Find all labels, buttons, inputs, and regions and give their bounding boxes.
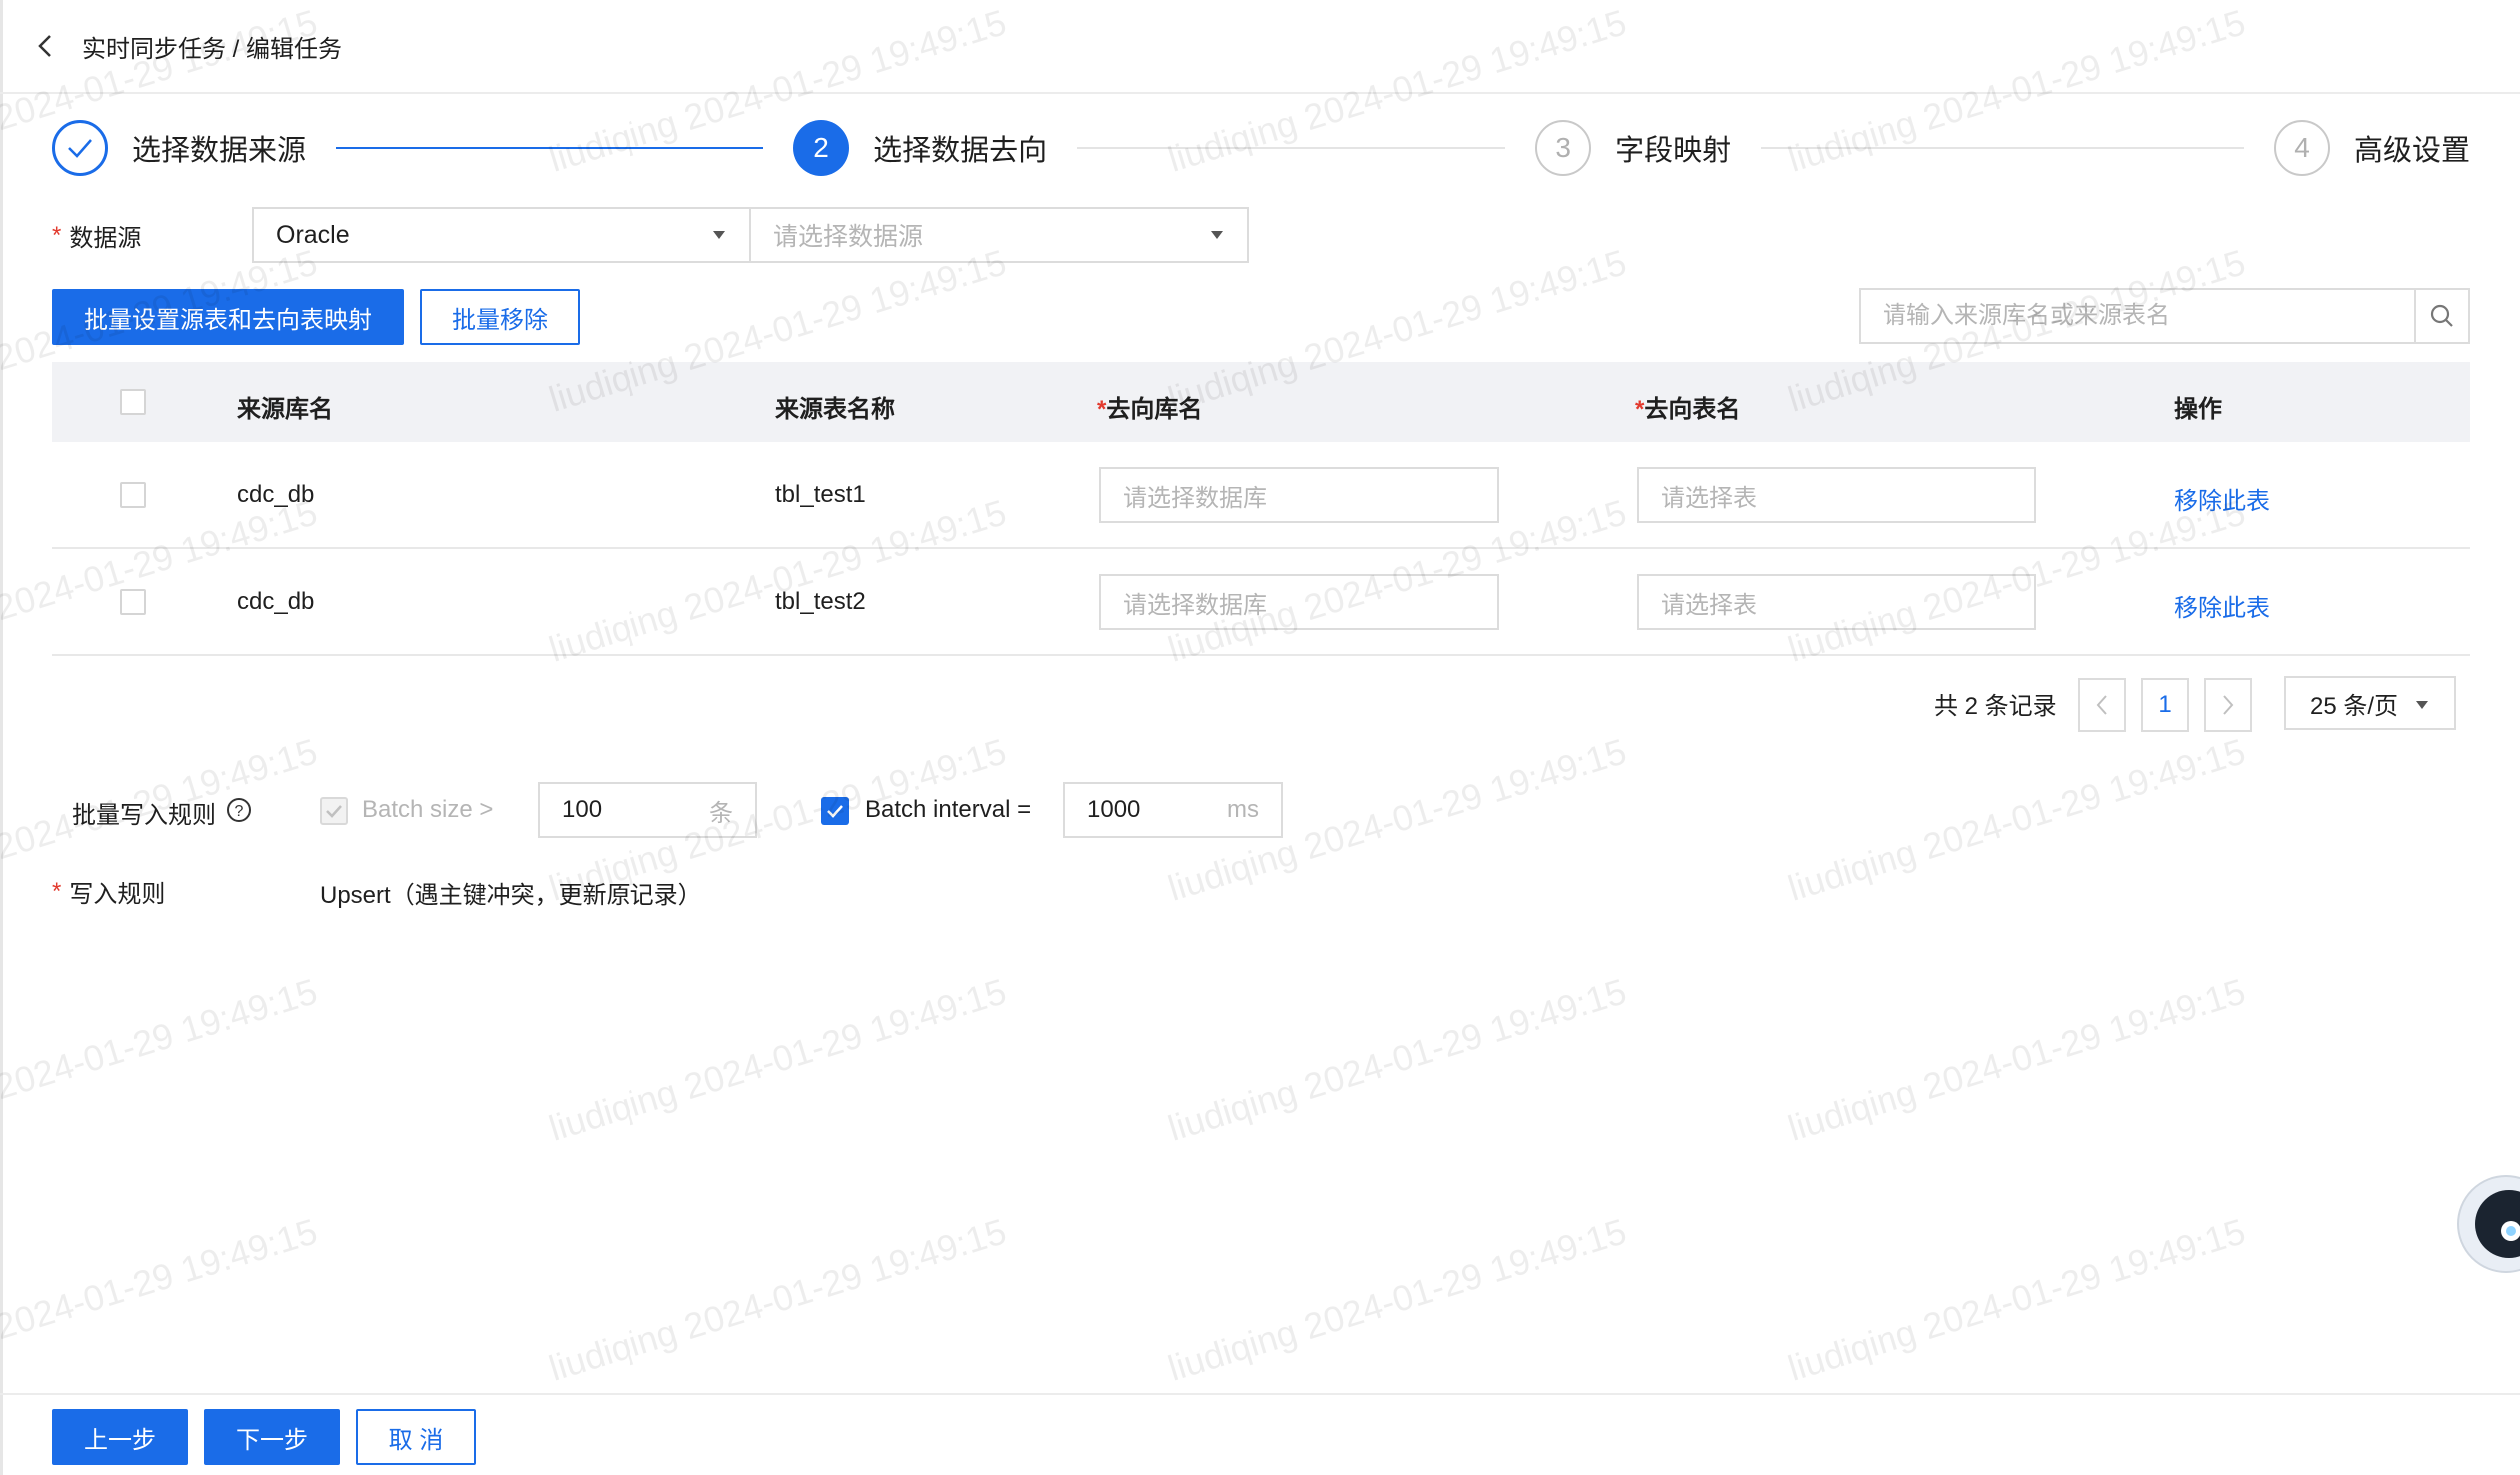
batch-size-value: 100 [562, 796, 603, 823]
search-icon[interactable] [2414, 290, 2468, 342]
step-connector [1761, 147, 2244, 149]
row-checkbox[interactable] [120, 589, 146, 615]
source-db-cell: cdc_db [237, 588, 315, 615]
check-icon [326, 805, 342, 818]
step-connector [336, 147, 764, 149]
batch-interval-input[interactable]: 1000 ms [1063, 782, 1283, 838]
pagination-total: 共 2 条记录 [1934, 693, 2057, 720]
row-checkbox[interactable] [120, 482, 146, 508]
step-3: 3 字段映射 [1535, 120, 1731, 176]
table-row: cdc_db tbl_test2 请选择数据库 请选择表 移除此表 [52, 549, 2470, 656]
col-source-table: 来源表名称 [775, 396, 895, 423]
watermark: liudiqing 2024-01-29 19:49:15 [544, 1210, 1011, 1389]
watermark: liudiqing 2024-01-29 19:49:15 [1163, 970, 1631, 1149]
batch-interval-label: Batch interval = [865, 796, 1032, 823]
breadcrumb: 实时同步任务 / 编辑任务 [82, 35, 343, 63]
datasource-select[interactable]: 请选择数据源 [749, 207, 1249, 263]
step-1: 选择数据来源 [52, 120, 306, 176]
write-rule-value: Upsert（遇主键冲突，更新原记录） [320, 882, 702, 909]
watermark: liudiqing 2024-01-29 19:49:15 [1783, 970, 2250, 1149]
watermark: liudiqing 2024-01-29 19:49:15 [544, 970, 1011, 1149]
step-number: 3 [1535, 120, 1592, 176]
table-search [1859, 288, 2470, 344]
page-1-button[interactable]: 1 [2141, 678, 2189, 732]
step-number: 4 [2273, 120, 2330, 176]
batch-interval-value: 1000 [1087, 796, 1141, 823]
batch-remove-button[interactable]: 批量移除 [420, 289, 580, 345]
batch-rule-label-row: 批量写入规则 ? [72, 795, 252, 830]
target-table-input[interactable]: 请选择表 [1637, 574, 2036, 630]
step-2: 2 选择数据去向 [793, 120, 1047, 176]
datasource-type-value: Oracle [276, 220, 350, 249]
col-target-db: *去向库名 [1097, 396, 1203, 423]
batch-size-checkbox[interactable] [320, 797, 348, 825]
watermark: liudiqing 2024-01-29 19:49:15 [0, 1210, 322, 1388]
step-label: 字段映射 [1615, 135, 1732, 167]
prev-page-button[interactable] [2078, 678, 2126, 732]
step-label: 选择数据去向 [873, 135, 1048, 167]
batch-interval-unit: ms [1227, 796, 1259, 823]
watermark: liudiqing 2024-01-29 19:49:15 [1783, 1210, 2250, 1389]
step-connector [1077, 147, 1506, 149]
step-number: 2 [793, 120, 850, 176]
target-table-input[interactable]: 请选择表 [1637, 467, 2036, 523]
assistant-robot-icon[interactable] [2454, 1169, 2520, 1279]
page-size-select[interactable]: 25 条/页 [2284, 676, 2456, 730]
target-db-input[interactable]: 请选择数据库 [1099, 467, 1499, 523]
step-progress: 选择数据来源 2 选择数据去向 3 字段映射 4 高级设置 [52, 118, 2470, 178]
col-target-table: *去向表名 [1635, 396, 1741, 423]
step-label: 高级设置 [2353, 135, 2470, 167]
caret-down-icon [2416, 701, 2428, 709]
help-icon[interactable]: ? [226, 797, 252, 828]
remove-table-link[interactable]: 移除此表 [2174, 481, 2270, 516]
required-mark: * [52, 877, 62, 905]
caret-down-icon [713, 231, 725, 239]
mapping-table: 来源库名 来源表名称 *去向库名 *去向表名 操作 cdc_db tbl_tes… [52, 362, 2470, 656]
back-arrow-icon[interactable] [36, 33, 60, 59]
prev-step-button[interactable]: 上一步 [52, 1409, 188, 1465]
batch-size-label: Batch size > [362, 796, 494, 823]
write-rule-label-row: * 写入规则 [52, 874, 165, 909]
step-4: 4 高级设置 [2273, 120, 2470, 176]
batch-map-button[interactable]: 批量设置源表和去向表映射 [52, 289, 404, 345]
page-header: 实时同步任务 / 编辑任务 [0, 0, 2520, 94]
watermark: liudiqing 2024-01-29 19:49:15 [0, 970, 322, 1148]
table-row: cdc_db tbl_test1 请选择数据库 请选择表 移除此表 [52, 442, 2470, 549]
check-icon [827, 805, 843, 818]
datasource-placeholder: 请选择数据源 [773, 223, 924, 251]
datasource-label-row: * 数据源 [52, 218, 141, 253]
batch-rule-label: 批量写入规则 [72, 802, 216, 829]
col-action: 操作 [2174, 396, 2222, 423]
watermark: liudiqing 2024-01-29 19:49:15 [1163, 1210, 1631, 1389]
caret-down-icon [1211, 231, 1223, 239]
watermark: liudiqing 2024-01-29 19:49:15 [1783, 731, 2250, 909]
page-size-value: 25 条/页 [2310, 692, 2399, 720]
write-rule-label: 写入规则 [69, 881, 166, 908]
required-mark: * [52, 221, 62, 249]
source-db-cell: cdc_db [237, 481, 315, 508]
chevron-right-icon [2223, 695, 2234, 715]
remove-table-link[interactable]: 移除此表 [2174, 588, 2270, 623]
sidebar-edge [0, 0, 3, 1475]
batch-size-input[interactable]: 100 条 [538, 782, 757, 838]
source-table-cell: tbl_test1 [775, 481, 866, 508]
svg-text:?: ? [235, 803, 244, 820]
batch-interval-checkbox[interactable] [821, 797, 849, 825]
table-header: 来源库名 来源表名称 *去向库名 *去向表名 操作 [52, 362, 2470, 442]
next-step-button[interactable]: 下一步 [204, 1409, 340, 1465]
chevron-left-icon [2096, 695, 2107, 715]
cancel-button[interactable]: 取 消 [356, 1409, 476, 1465]
datasource-type-select[interactable]: Oracle [252, 207, 751, 263]
datasource-label: 数据源 [69, 225, 142, 252]
next-page-button[interactable] [2204, 678, 2252, 732]
select-all-checkbox[interactable] [120, 389, 146, 415]
source-table-cell: tbl_test2 [775, 588, 866, 615]
search-input[interactable] [1861, 290, 2414, 342]
col-source-db: 来源库名 [237, 396, 333, 423]
check-icon [52, 120, 108, 176]
target-db-input[interactable]: 请选择数据库 [1099, 574, 1499, 630]
step-label: 选择数据来源 [132, 135, 307, 167]
batch-size-unit: 条 [709, 799, 733, 827]
